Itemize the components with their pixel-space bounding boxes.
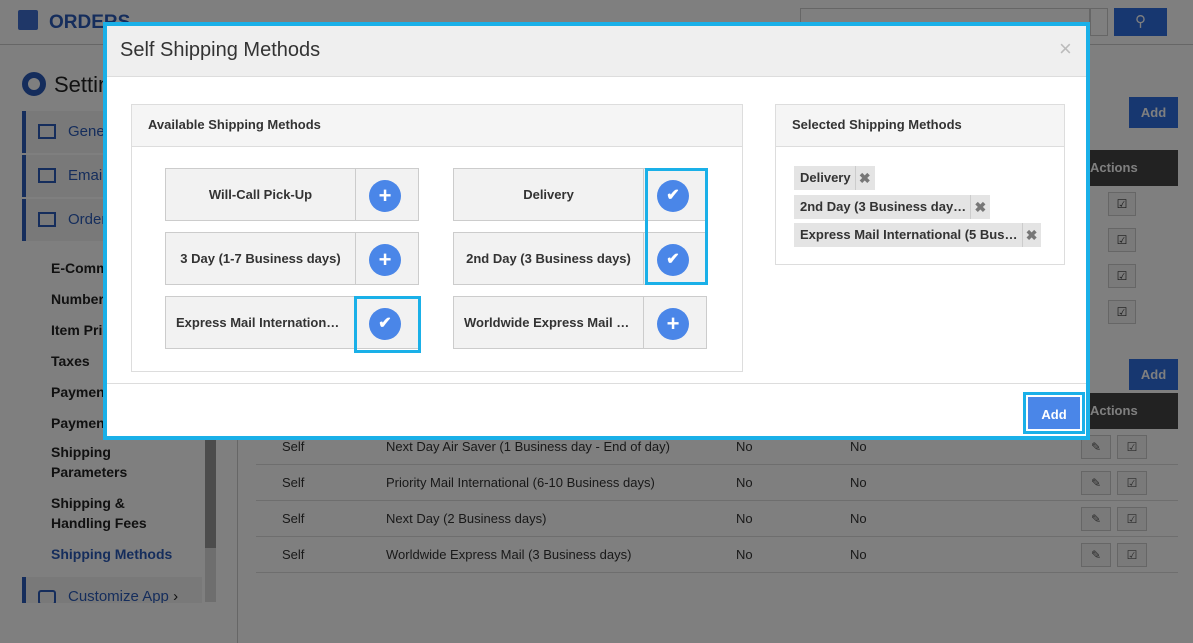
shipping-method-item: Express Mail International (5 Business d… bbox=[165, 296, 419, 349]
close-icon[interactable]: × bbox=[1059, 36, 1072, 62]
selected-methods-title: Selected Shipping Methods bbox=[776, 105, 1064, 147]
check-icon[interactable]: ✔ bbox=[657, 244, 689, 276]
shipping-method-label: 2nd Day (3 Business days) bbox=[454, 233, 644, 284]
shipping-method-item: 2nd Day (3 Business days) ✔ bbox=[453, 232, 707, 285]
check-icon[interactable]: ✔ bbox=[369, 308, 401, 340]
shipping-method-label: Express Mail International (5 Business d… bbox=[166, 297, 356, 348]
check-icon[interactable]: ✔ bbox=[657, 180, 689, 212]
selected-method-chip: 2nd Day (3 Business day… ✖ bbox=[794, 194, 991, 219]
plus-icon[interactable]: + bbox=[369, 180, 401, 212]
shipping-method-item: Worldwide Express Mail (3 Business days)… bbox=[453, 296, 707, 349]
plus-icon[interactable]: + bbox=[369, 244, 401, 276]
modal-add-button[interactable]: Add bbox=[1023, 392, 1085, 434]
remove-icon[interactable]: ✖ bbox=[1021, 223, 1037, 247]
shipping-method-item: Will-Call Pick-Up + bbox=[165, 168, 419, 221]
available-methods-title: Available Shipping Methods bbox=[132, 105, 742, 147]
shipping-method-label: Delivery bbox=[454, 169, 644, 220]
available-methods-panel: Available Shipping Methods Will-Call Pic… bbox=[131, 104, 743, 372]
shipping-method-label: Worldwide Express Mail (3 Business days) bbox=[454, 297, 644, 348]
shipping-method-item: 3 Day (1-7 Business days) + bbox=[165, 232, 419, 285]
plus-icon[interactable]: + bbox=[657, 308, 689, 340]
shipping-method-label: Will-Call Pick-Up bbox=[166, 169, 356, 220]
shipping-method-label: 3 Day (1-7 Business days) bbox=[166, 233, 356, 284]
remove-icon[interactable]: ✖ bbox=[854, 166, 871, 190]
modal-title: Self Shipping Methods bbox=[120, 39, 321, 61]
chip-label: 2nd Day (3 Business day… bbox=[800, 198, 967, 214]
shipping-method-item: Delivery ✔ bbox=[453, 168, 707, 221]
selected-method-chip: Express Mail International (5 Bus… ✖ bbox=[794, 223, 1042, 247]
selected-method-chip: Delivery ✖ bbox=[794, 166, 875, 190]
chip-label: Delivery bbox=[800, 170, 851, 185]
modal-footer-divider bbox=[107, 383, 1086, 384]
remove-icon[interactable]: ✖ bbox=[970, 194, 986, 219]
self-shipping-methods-modal: Self Shipping Methods × Available Shippi… bbox=[103, 22, 1090, 440]
modal-header: Self Shipping Methods × bbox=[107, 26, 1086, 77]
chip-label: Express Mail International (5 Bus… bbox=[800, 227, 1018, 242]
selected-methods-panel: Selected Shipping Methods Delivery ✖ 2nd D… bbox=[775, 104, 1065, 265]
